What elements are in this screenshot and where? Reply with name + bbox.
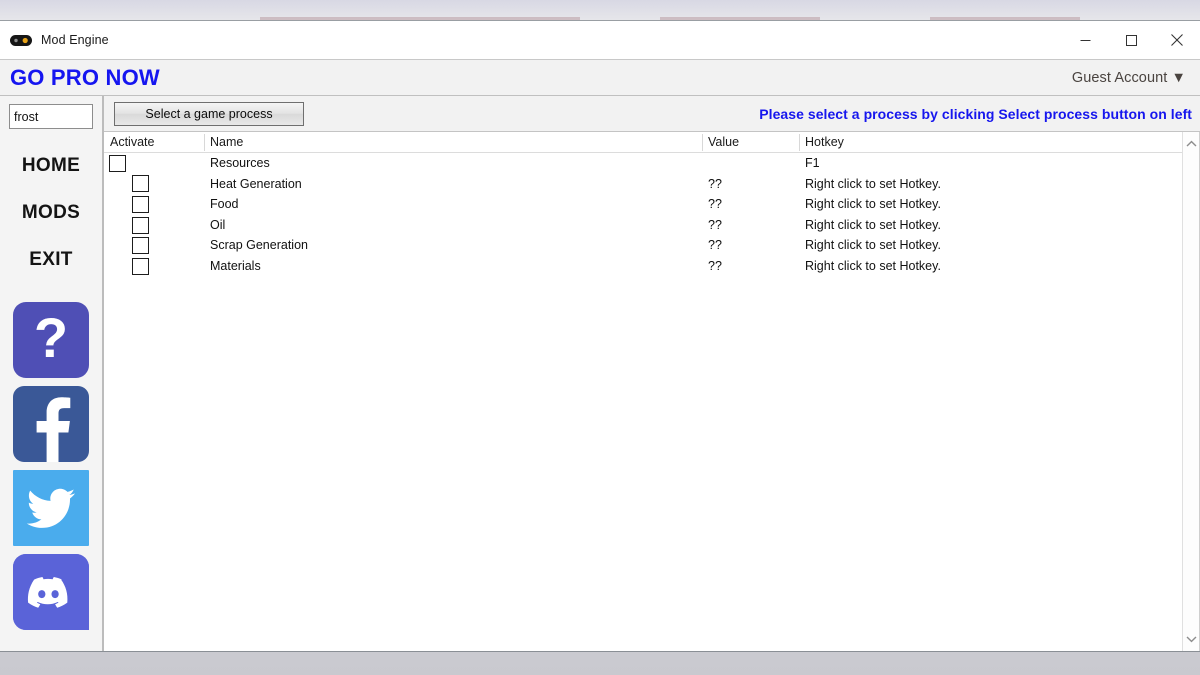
table-row[interactable]: Heat Generation??Right click to set Hotk… [104,174,1182,195]
scroll-up-icon[interactable] [1186,135,1197,153]
hotkey-cell[interactable]: Right click to set Hotkey. [799,194,1182,215]
sidebar: HOME MODS EXIT ? [0,96,104,651]
table-row[interactable]: Scrap Generation??Right click to set Hot… [104,235,1182,256]
hotkey-cell[interactable]: Right click to set Hotkey. [799,174,1182,195]
window-controls [1062,21,1200,59]
hotkey-cell[interactable]: Right click to set Hotkey. [799,256,1182,277]
hotkey-cell[interactable]: F1 [799,153,1182,174]
sidebar-social-links: ? [13,302,89,630]
activate-checkbox[interactable] [132,258,149,275]
table-row[interactable]: Materials??Right click to set Hotkey. [104,256,1182,277]
activate-cell [104,153,204,174]
table-row[interactable]: Food??Right click to set Hotkey. [104,194,1182,215]
activate-cell [104,235,204,256]
title-bar-left: Mod Engine [0,33,109,47]
activate-cell [104,194,204,215]
gamepad-icon [10,34,32,47]
activate-cell [104,174,204,195]
main-body: HOME MODS EXIT ? [0,96,1200,651]
vertical-scrollbar[interactable] [1182,132,1199,651]
sidebar-nav: HOME MODS EXIT [22,155,80,271]
help-icon-glyph: ? [13,302,89,378]
content-pane: Select a game process Please select a pr… [104,96,1200,651]
sidebar-item-mods[interactable]: MODS [22,202,80,224]
activate-checkbox[interactable] [132,237,149,254]
go-pro-now-button[interactable]: GO PRO NOW [10,65,160,91]
mods-table: Activate Name Value Hotkey ResourcesF1He… [104,132,1182,651]
value-cell[interactable]: ?? [702,235,799,256]
discord-icon[interactable] [13,554,89,630]
name-cell: Heat Generation [204,174,702,195]
table-row[interactable]: Resources F1 [104,153,1182,174]
table-row[interactable]: Oil??Right click to set Hotkey. [104,215,1182,236]
value-cell[interactable] [702,153,799,174]
value-cell[interactable]: ?? [702,174,799,195]
name-cell: Food [204,194,702,215]
scroll-down-icon[interactable] [1186,630,1197,648]
hotkey-cell[interactable]: Right click to set Hotkey. [799,235,1182,256]
name-cell: Scrap Generation [204,235,702,256]
name-cell: Resources [204,153,702,174]
table-header-row: Activate Name Value Hotkey [104,132,1182,153]
column-header-hotkey[interactable]: Hotkey [799,132,1182,153]
column-header-activate[interactable]: Activate [104,132,204,153]
facebook-icon[interactable] [13,386,89,462]
sidebar-item-exit[interactable]: EXIT [29,249,72,271]
mods-table-wrapper: Activate Name Value Hotkey ResourcesF1He… [104,132,1200,651]
window-title: Mod Engine [41,33,109,47]
column-header-name[interactable]: Name [204,132,702,153]
column-header-value[interactable]: Value [702,132,799,153]
select-process-button[interactable]: Select a game process [114,102,304,126]
activate-cell [104,256,204,277]
toolbar: Select a game process Please select a pr… [104,96,1200,132]
value-cell[interactable]: ?? [702,215,799,236]
title-bar: Mod Engine [0,21,1200,59]
table-body: ResourcesF1Heat Generation??Right click … [104,153,1182,651]
promo-bar: GO PRO NOW Guest Account ▼ [0,59,1200,96]
name-cell: Oil [204,215,702,236]
value-cell[interactable]: ?? [702,256,799,277]
minimize-button[interactable] [1062,21,1108,59]
status-message: Please select a process by clicking Sele… [759,106,1200,122]
activate-checkbox[interactable] [132,217,149,234]
activate-checkbox[interactable] [132,175,149,192]
activate-cell [104,215,204,236]
close-button[interactable] [1154,21,1200,59]
name-cell: Materials [204,256,702,277]
sidebar-item-home[interactable]: HOME [22,155,80,177]
help-icon[interactable]: ? [13,302,89,378]
activate-checkbox[interactable] [109,155,126,172]
twitter-icon[interactable] [13,470,89,546]
account-menu[interactable]: Guest Account ▼ [1072,70,1186,86]
background-window-strip [0,0,1200,20]
search-input[interactable] [9,104,93,129]
value-cell[interactable]: ?? [702,194,799,215]
mod-engine-window: Mod Engine GO PRO NOW Guest Account ▼ HO… [0,20,1200,652]
maximize-button[interactable] [1108,21,1154,59]
activate-checkbox[interactable] [132,196,149,213]
hotkey-cell[interactable]: Right click to set Hotkey. [799,215,1182,236]
